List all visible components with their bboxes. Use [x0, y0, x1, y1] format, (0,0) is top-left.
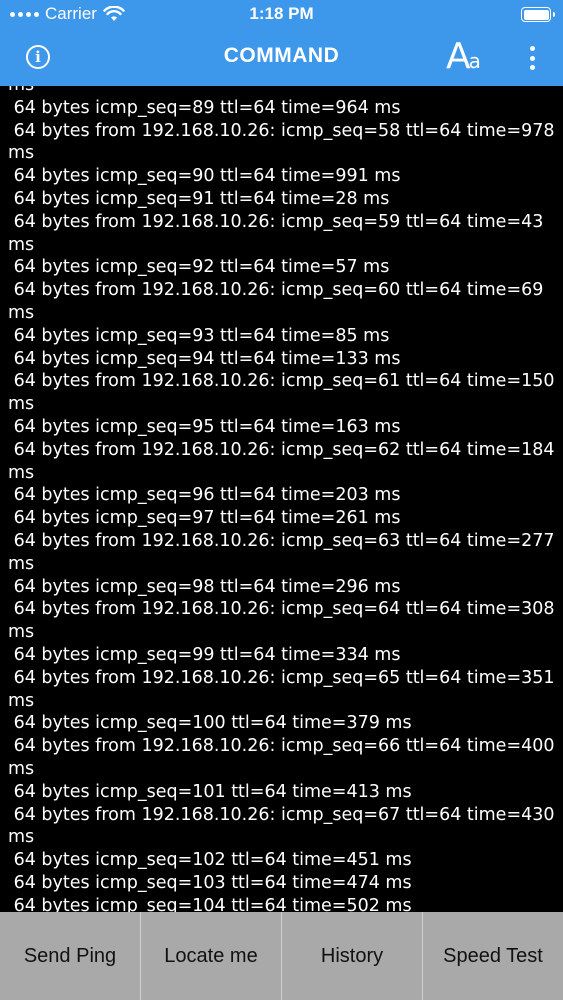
console-line: 64 bytes from 192.168.10.26: icmp_seq=62…	[8, 439, 561, 483]
status-time: 1:18 PM	[249, 4, 314, 23]
console-line: 64 bytes from 192.168.10.26: icmp_seq=67…	[8, 804, 561, 848]
bottom-toolbar: Send Ping Locate me History Speed Test	[0, 912, 563, 1000]
console-line: 64 bytes icmp_seq=91 ttl=64 time=28 ms	[8, 188, 390, 209]
console-line: 64 bytes icmp_seq=94 ttl=64 time=133 ms	[8, 348, 401, 369]
console-line: 64 bytes icmp_seq=98 ttl=64 time=296 ms	[8, 576, 401, 597]
console-line: 64 bytes icmp_seq=104 ttl=64 time=502 ms	[8, 895, 412, 912]
locate-me-button[interactable]: Locate me	[141, 912, 282, 1000]
console-line: 64 bytes icmp_seq=96 ttl=64 time=203 ms	[8, 485, 401, 506]
console-line: 64 bytes icmp_seq=102 ttl=64 time=451 ms	[8, 850, 412, 871]
console-lines: ms 64 bytes icmp_seq=89 ttl=64 time=964 …	[8, 86, 555, 912]
console-line: 64 bytes icmp_seq=99 ttl=64 time=334 ms	[8, 644, 401, 665]
console-line: 64 bytes icmp_seq=92 ttl=64 time=57 ms	[8, 257, 390, 278]
console-line: 64 bytes from 192.168.10.26: icmp_seq=58…	[8, 120, 561, 164]
console-line: 64 bytes from 192.168.10.26: icmp_seq=61…	[8, 371, 561, 415]
console-line: 64 bytes from 192.168.10.26: icmp_seq=63…	[8, 530, 561, 574]
console-output[interactable]: ms 64 bytes icmp_seq=89 ttl=64 time=964 …	[0, 86, 563, 912]
status-bar: Carrier 1:18 PM	[0, 0, 563, 30]
speed-test-button[interactable]: Speed Test	[423, 912, 563, 1000]
battery-icon	[521, 7, 555, 22]
nav-bar: i COMMAND A a	[0, 30, 563, 86]
font-size-icon[interactable]: A a	[446, 36, 481, 77]
console-line: 64 bytes from 192.168.10.26: icmp_seq=60…	[8, 280, 549, 323]
send-ping-button[interactable]: Send Ping	[0, 912, 141, 1000]
console-line: 64 bytes icmp_seq=95 ttl=64 time=163 ms	[8, 416, 401, 437]
console-line: 64 bytes icmp_seq=97 ttl=64 time=261 ms	[8, 508, 401, 529]
font-size-icon-small: a	[468, 49, 481, 73]
console-line: 64 bytes icmp_seq=101 ttl=64 time=413 ms	[8, 781, 412, 802]
console-line: 64 bytes icmp_seq=90 ttl=64 time=991 ms	[8, 166, 401, 187]
console-line: 64 bytes from 192.168.10.26: icmp_seq=66…	[8, 736, 561, 779]
more-vertical-icon[interactable]	[524, 46, 540, 70]
console-line: 64 bytes icmp_seq=100 ttl=64 time=379 ms	[8, 713, 412, 734]
console-line: 64 bytes icmp_seq=103 ttl=64 time=474 ms	[8, 872, 412, 893]
history-button[interactable]: History	[282, 912, 423, 1000]
console-line: 64 bytes from 192.168.10.26: icmp_seq=59…	[8, 211, 549, 255]
console-line: 64 bytes icmp_seq=93 ttl=64 time=85 ms	[8, 325, 390, 346]
console-line: 64 bytes from 192.168.10.26: icmp_seq=64…	[8, 599, 561, 643]
console-line: 64 bytes icmp_seq=89 ttl=64 time=964 ms	[8, 97, 401, 118]
console-line: ms	[8, 86, 555, 97]
font-size-icon-big: A	[446, 36, 471, 77]
console-line: 64 bytes from 192.168.10.26: icmp_seq=65…	[8, 667, 561, 711]
